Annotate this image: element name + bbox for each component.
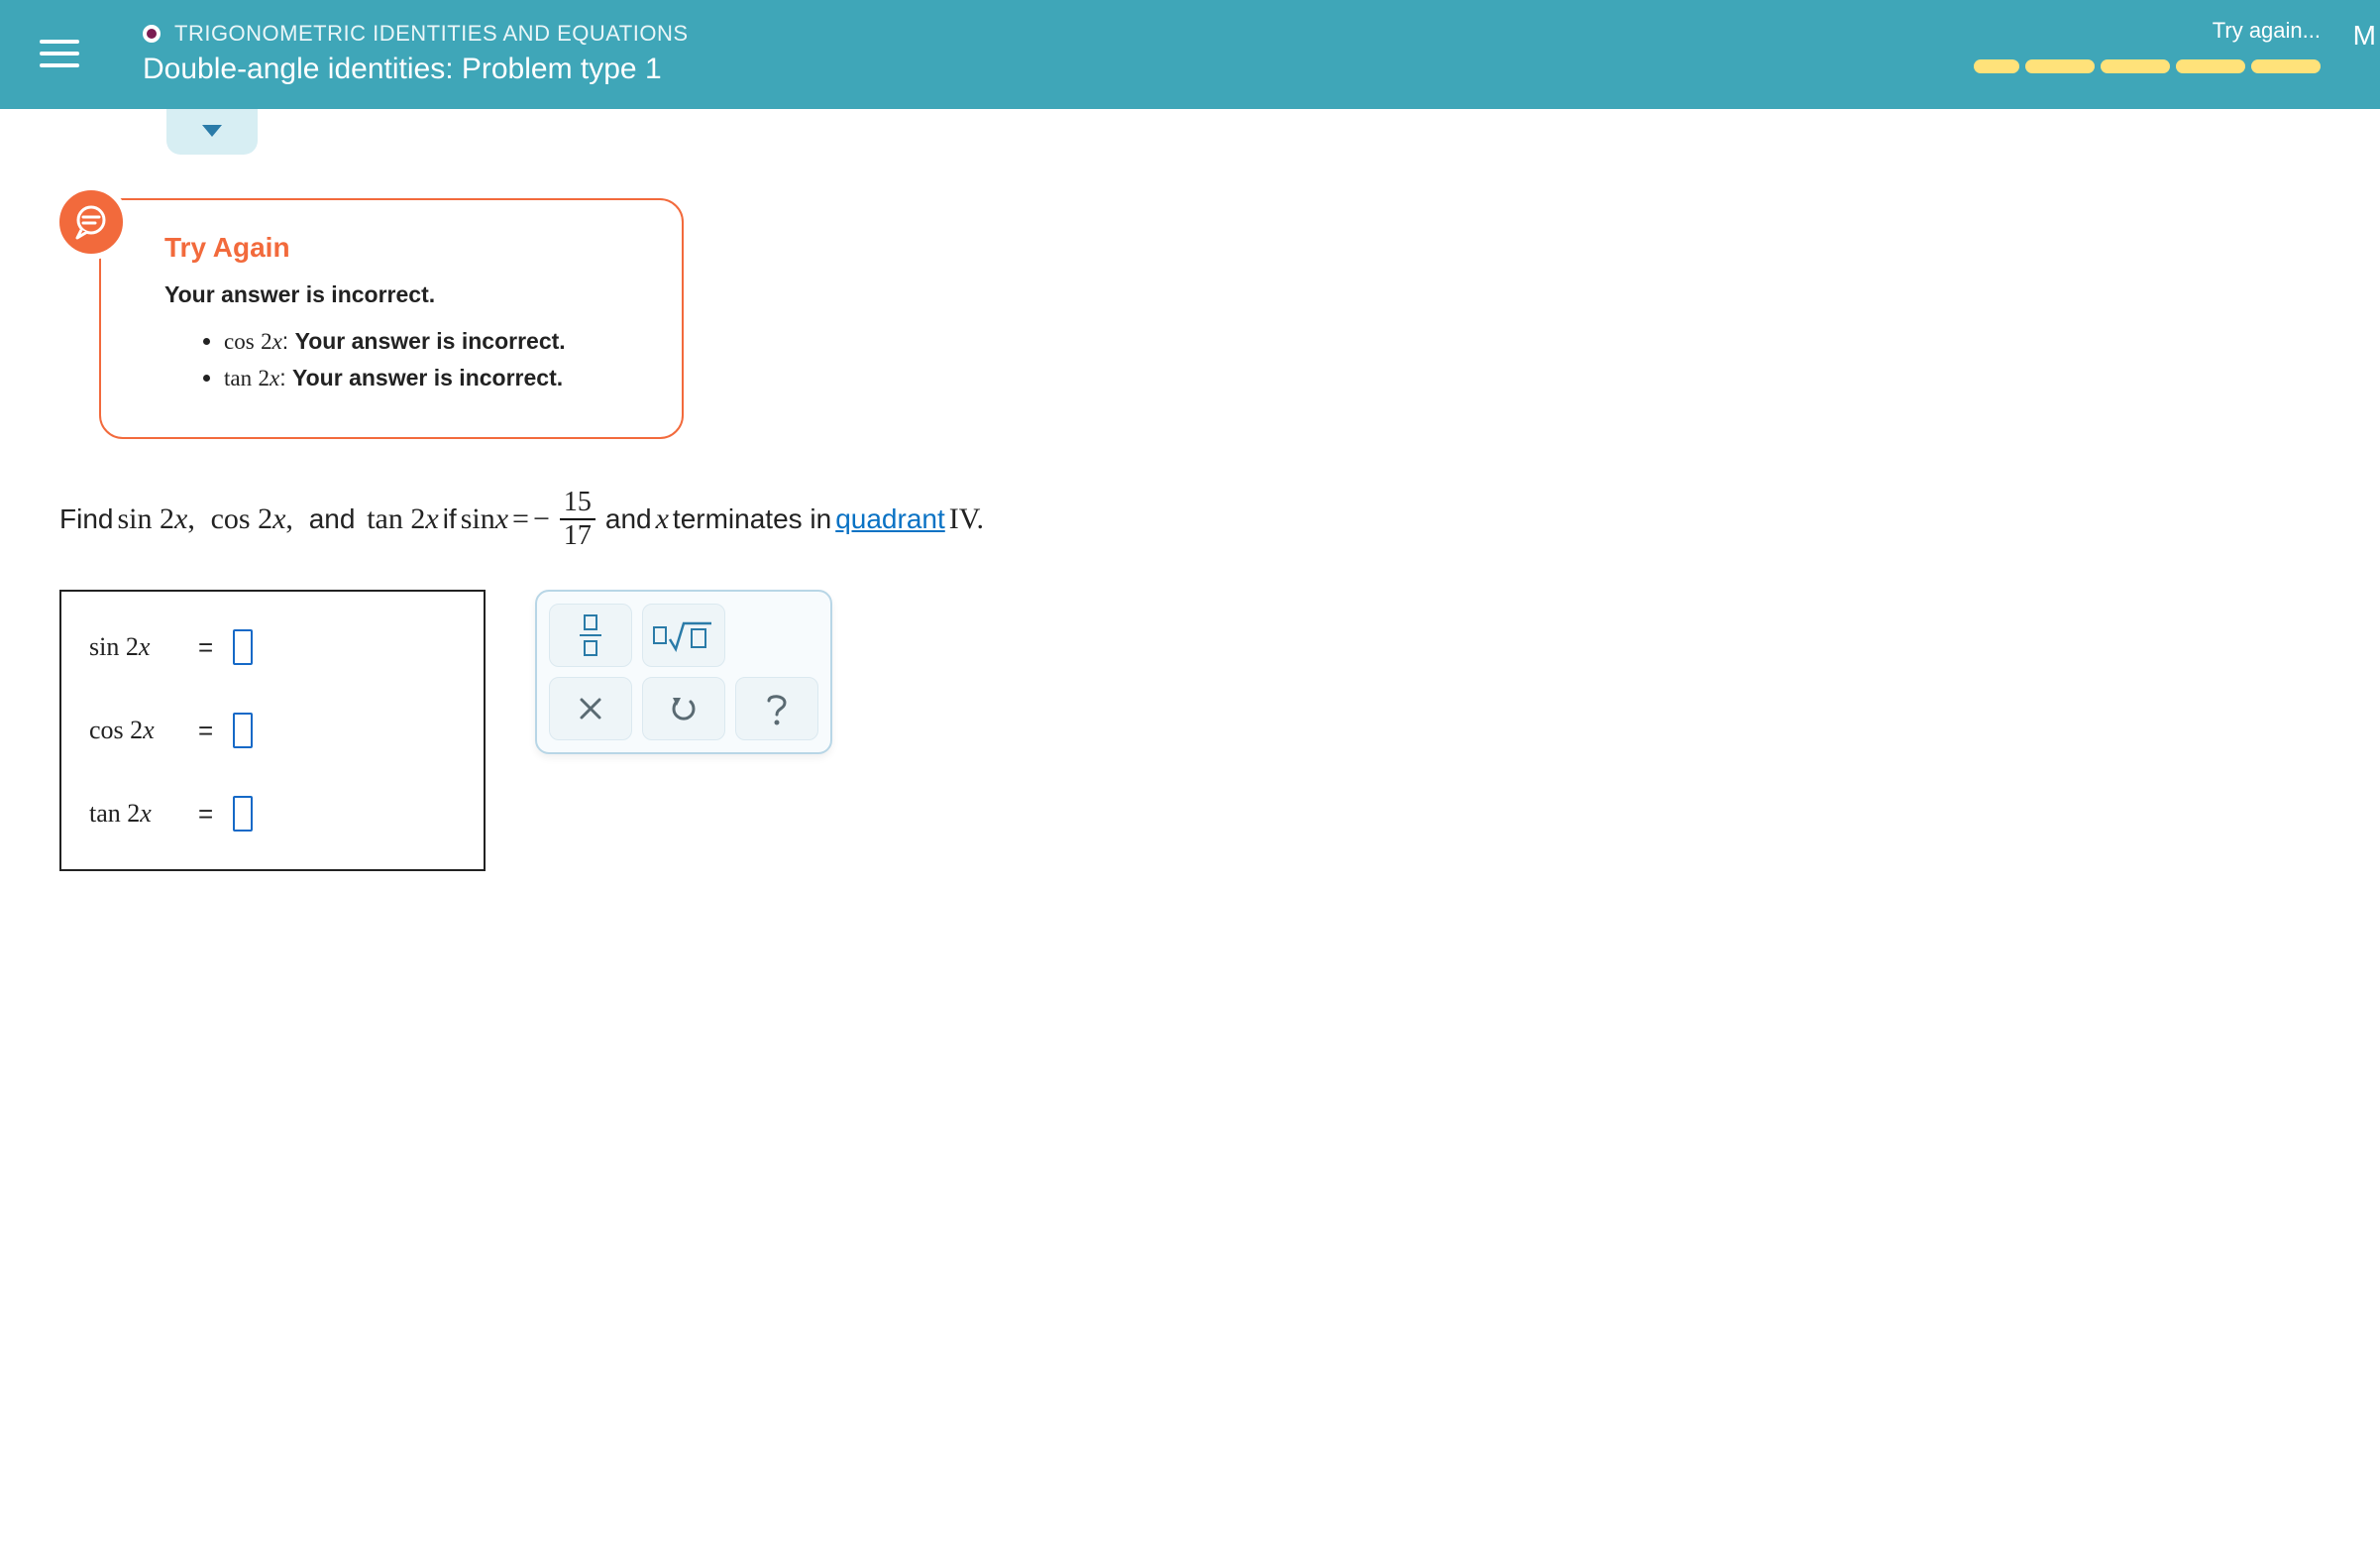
feedback-title: Try Again [164,232,638,264]
q-mid1: if [443,503,457,535]
feedback-box: Try Again Your answer is incorrect. cos … [99,198,684,439]
feedback-msg: Your answer is incorrect. [292,365,563,390]
header-right: Try again... [1974,18,2321,73]
q-pre: Find [59,503,113,535]
palette-empty [735,604,818,667]
equals-sign: = [198,799,213,830]
math-arg: 2x [259,366,280,390]
q-fraction: 15 17 [560,489,595,550]
math-arg: 2x [261,329,282,354]
feedback-msg: Your answer is incorrect. [295,328,566,354]
q-term: tan 2x [367,502,438,536]
progress-pill [2176,59,2245,73]
answer-row-tan: tan 2x = [89,796,456,832]
cos2x-input[interactable] [233,713,253,748]
answer-label: cos 2x [89,716,178,745]
feedback-list: cos 2x: Your answer is incorrect. tan 2x… [164,328,638,391]
answer-label: sin 2x [89,632,178,662]
x-icon [578,696,603,722]
frac-den: 17 [564,520,592,550]
feedback-chat-icon [54,184,129,260]
equals-sign: = [198,716,213,746]
q-mid2: and [605,503,652,535]
frac-num: 15 [560,489,595,520]
question-text: Find sin 2x, cos 2x, and tan 2x if sinx … [59,489,2321,550]
question-icon [764,691,790,726]
q-eq: = [512,502,529,536]
equals-sign: = [198,632,213,663]
feedback-subtitle: Your answer is incorrect. [164,281,638,308]
q-quad: IV. [949,502,984,536]
progress-pill [1974,59,2019,73]
feedback-item: cos 2x: Your answer is incorrect. [224,328,638,355]
topic-name: TRIGONOMETRIC IDENTITIES AND EQUATIONS [174,21,689,47]
palette-help-button[interactable] [735,677,818,740]
q-neg: − [533,502,550,536]
app-header: TRIGONOMETRIC IDENTITIES AND EQUATIONS D… [0,0,2380,109]
q-xvar: x [656,502,669,536]
q-mid3: terminates in [673,503,831,535]
palette-fraction-button[interactable] [549,604,632,667]
attempt-status: Try again... [1974,18,2321,44]
q-term: cos 2x, [211,502,293,536]
progress-pill [2251,59,2321,73]
sin2x-input[interactable] [233,629,253,665]
menu-button[interactable] [40,32,83,75]
answer-row-cos: cos 2x = [89,713,456,748]
q-term: sin 2x, [117,502,194,536]
sqrt-icon [652,617,715,653]
feedback-wrapper: Try Again Your answer is incorrect. cos … [99,198,2321,439]
q-sin: sinx [461,502,508,536]
progress-pill [2025,59,2095,73]
palette-sqrt-button[interactable] [642,604,725,667]
fraction-icon [576,613,605,657]
topic-dot-icon [143,25,161,43]
answer-label: tan 2x [89,799,178,829]
math-fn: cos [224,329,255,354]
content-area: Try Again Your answer is incorrect. cos … [0,109,2380,911]
progress-pill [2101,59,2170,73]
edge-label: M [2353,20,2376,52]
feedback-item: tan 2x: Your answer is incorrect. [224,365,638,391]
math-fn: tan [224,366,252,390]
tan2x-input[interactable] [233,796,253,832]
palette-clear-button[interactable] [549,677,632,740]
work-row: sin 2x = cos 2x = tan 2x = [59,590,2321,871]
progress-pills [1974,59,2321,73]
quadrant-link[interactable]: quadrant [835,503,945,535]
answer-box: sin 2x = cos 2x = tan 2x = [59,590,486,871]
math-palette [535,590,832,754]
palette-undo-button[interactable] [642,677,725,740]
answer-row-sin: sin 2x = [89,629,456,665]
q-and: and [309,503,364,535]
undo-icon [669,694,699,723]
speech-bubble-icon [71,202,111,242]
